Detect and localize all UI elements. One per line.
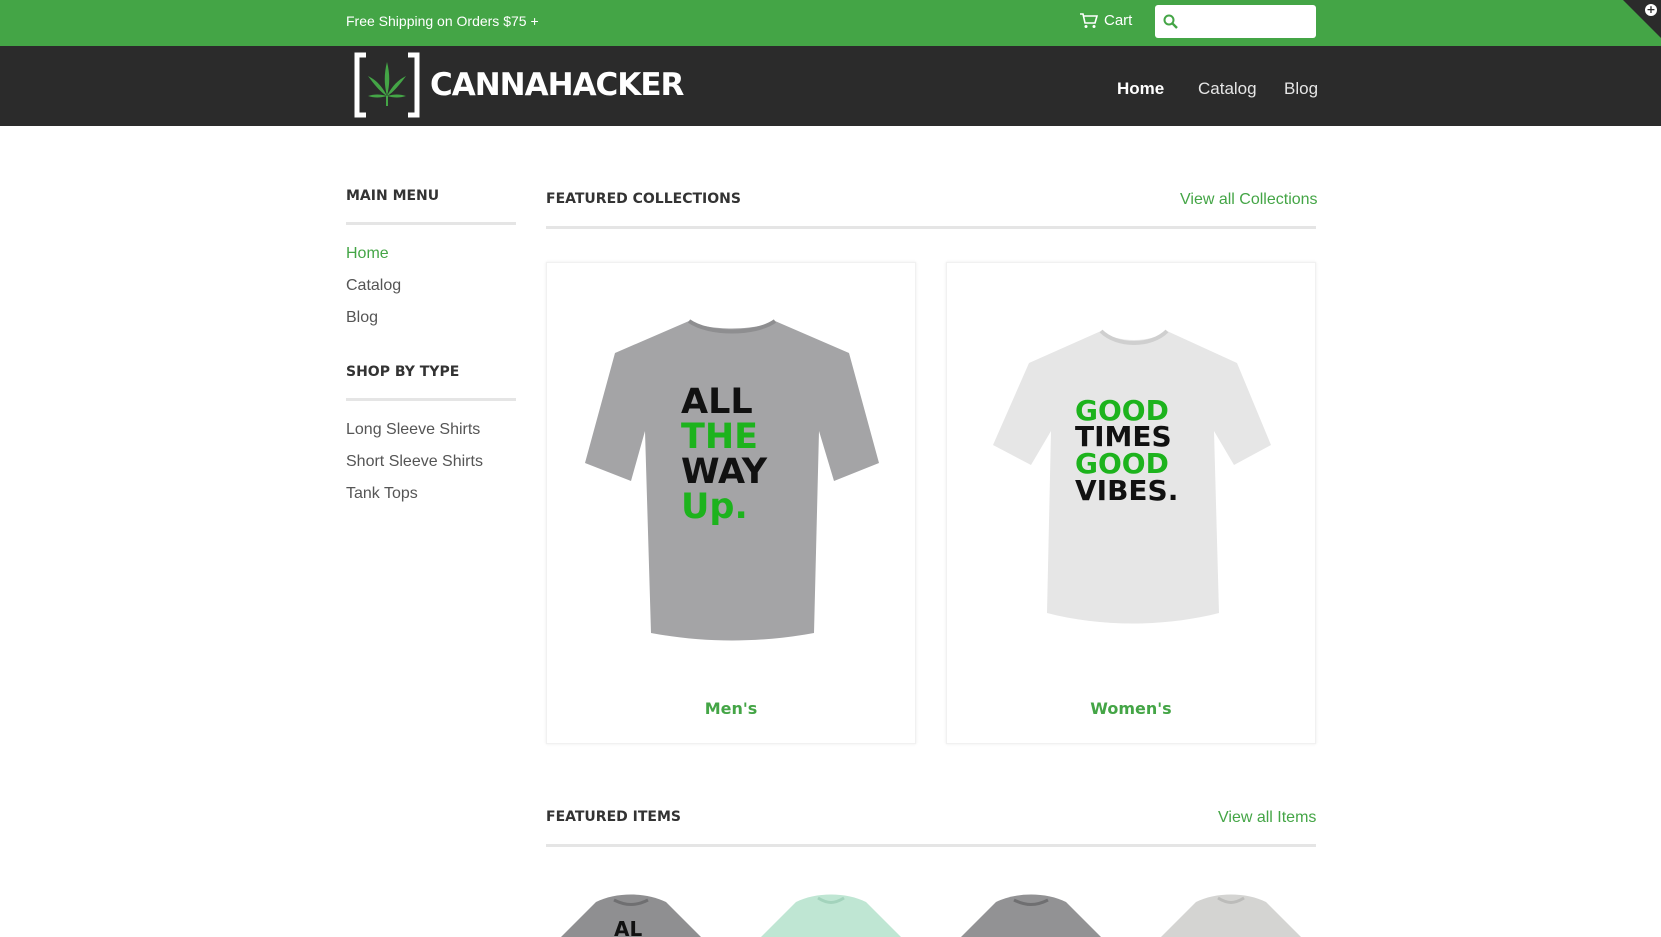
cart-link[interactable]: Cart bbox=[1080, 12, 1132, 29]
search-icon[interactable] bbox=[1163, 14, 1178, 29]
collection-card-mens[interactable]: ALL THE WAY Up. Men's bbox=[546, 262, 916, 744]
sidebar-item-home[interactable]: Home bbox=[346, 245, 389, 263]
featured-collections-title: FEATURED COLLECTIONS bbox=[546, 191, 741, 207]
collection-label-womens: Women's bbox=[1090, 699, 1172, 718]
sidebar-item-catalog[interactable]: Catalog bbox=[346, 277, 401, 295]
featured-item-1[interactable]: AL bbox=[556, 890, 706, 937]
free-shipping-text: Free Shipping on Orders $75 + bbox=[346, 13, 539, 29]
sidebar-item-tank-tops[interactable]: Tank Tops bbox=[346, 485, 418, 503]
cart-icon bbox=[1080, 12, 1098, 28]
featured-item-2[interactable] bbox=[756, 890, 906, 937]
admin-plus-icon[interactable]: + bbox=[1645, 4, 1657, 16]
item-1-shirt-text: AL bbox=[614, 917, 642, 937]
divider bbox=[546, 844, 1316, 847]
womens-shirt-line-4: VIBES. bbox=[1075, 474, 1178, 507]
nav-blog[interactable]: Blog bbox=[1284, 79, 1318, 99]
divider bbox=[546, 226, 1316, 229]
site-header bbox=[0, 46, 1661, 126]
womens-shirt-image: GOOD TIMES GOOD VIBES. bbox=[993, 329, 1271, 624]
mens-shirt-image: ALL THE WAY Up. bbox=[585, 319, 879, 641]
search-box[interactable] bbox=[1155, 5, 1316, 38]
collection-card-womens[interactable]: GOOD TIMES GOOD VIBES. Women's bbox=[946, 262, 1316, 744]
logo[interactable]: CANNAHACKER bbox=[354, 52, 684, 118]
featured-items-title: FEATURED ITEMS bbox=[546, 809, 681, 825]
search-input[interactable] bbox=[1184, 8, 1304, 35]
sidebar-item-short-sleeve[interactable]: Short Sleeve Shirts bbox=[346, 453, 483, 471]
bracket-leaf-logo-icon bbox=[354, 52, 420, 118]
divider bbox=[346, 222, 516, 225]
logo-text: CANNAHACKER bbox=[430, 67, 684, 103]
cart-label: Cart bbox=[1104, 12, 1133, 29]
mens-shirt-line-4: Up. bbox=[681, 487, 748, 527]
featured-item-3[interactable] bbox=[956, 890, 1106, 937]
shop-by-type-title: SHOP BY TYPE bbox=[346, 364, 460, 380]
view-all-items-link[interactable]: View all Items bbox=[1218, 809, 1316, 827]
featured-item-4[interactable] bbox=[1156, 890, 1306, 937]
divider bbox=[346, 398, 516, 401]
sidebar-item-long-sleeve[interactable]: Long Sleeve Shirts bbox=[346, 421, 480, 439]
announcement-bar: Free Shipping on Orders $75 + Cart + bbox=[0, 0, 1661, 46]
sidebar-item-blog[interactable]: Blog bbox=[346, 309, 378, 327]
mens-shirt-line-1: ALL bbox=[681, 382, 753, 422]
mens-shirt-line-3: WAY bbox=[681, 452, 768, 492]
nav-catalog[interactable]: Catalog bbox=[1198, 79, 1257, 99]
mens-shirt-line-2: THE bbox=[681, 417, 758, 457]
main-menu-title: MAIN MENU bbox=[346, 188, 440, 204]
collection-label-mens: Men's bbox=[704, 699, 758, 718]
nav-home[interactable]: Home bbox=[1117, 79, 1164, 99]
view-all-collections-link[interactable]: View all Collections bbox=[1180, 191, 1318, 209]
